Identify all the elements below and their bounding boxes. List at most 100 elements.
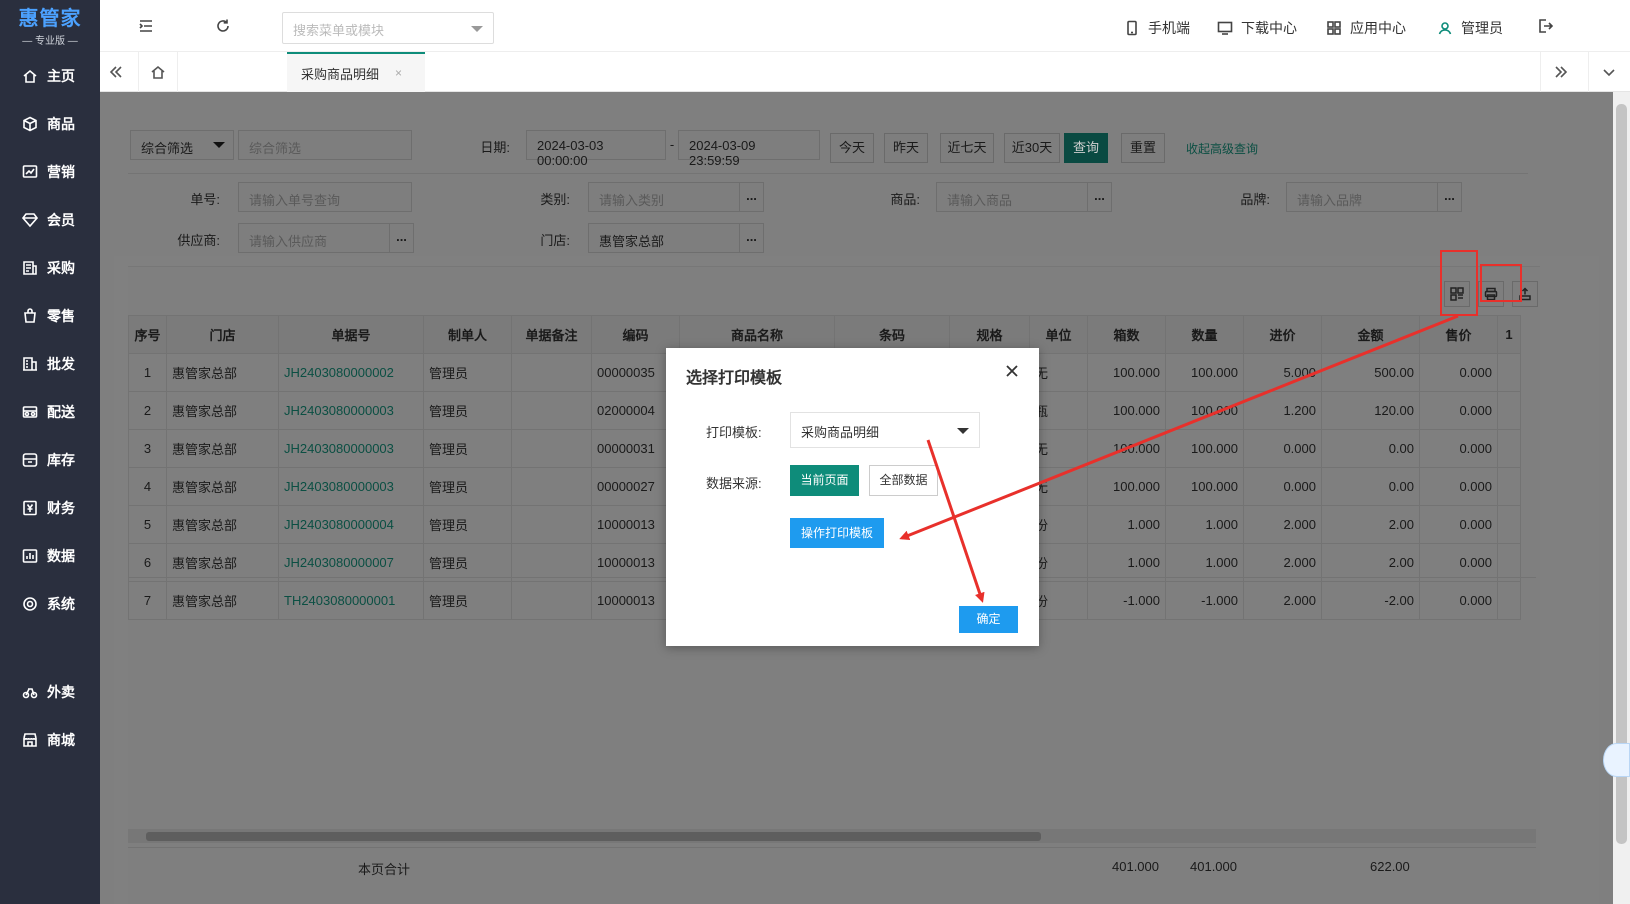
assistant-bot-icon[interactable] (1603, 743, 1630, 777)
order-input[interactable]: 请输入单号查询 (238, 182, 412, 212)
supplier-input[interactable]: 请输入供应商 (238, 223, 390, 253)
table-cell: 5.000 (1243, 353, 1322, 392)
sidebar-item-0[interactable]: 主页 (0, 56, 100, 96)
date-start-input[interactable]: 2024-03-03 00:00:00 (526, 130, 666, 168)
store-picker-button[interactable]: ... (740, 223, 764, 253)
sidebar-item-13[interactable]: 商城 (0, 720, 100, 760)
sidebar-item-4[interactable]: 采购 (0, 248, 100, 288)
table-cell[interactable]: JH2403080000007 (278, 543, 424, 582)
table-cell[interactable]: JH2403080000003 (278, 391, 424, 430)
column-header[interactable]: 门店 (166, 315, 279, 354)
column-header[interactable]: 制单人 (423, 315, 512, 354)
scrollbar-thumb[interactable] (146, 832, 1041, 841)
yesterday-button[interactable]: 昨天 (884, 133, 928, 163)
supplier-label: 供应商: (177, 233, 220, 248)
vertical-scrollbar[interactable] (1613, 92, 1630, 904)
collapse-advanced-link[interactable]: 收起高级查询 (1186, 140, 1258, 157)
footer-boxes: 401.000 (1112, 859, 1159, 874)
reset-button[interactable]: 重置 (1121, 133, 1165, 163)
column-header[interactable]: 箱数 (1087, 315, 1166, 354)
horizontal-scrollbar[interactable] (128, 829, 1536, 843)
table-cell[interactable]: JH2403080000004 (278, 505, 424, 544)
sidebar-item-label: 主页 (47, 68, 75, 84)
column-header[interactable]: 序号 (128, 315, 167, 354)
date-end-input[interactable]: 2024-03-09 23:59:59 (678, 130, 820, 168)
table-cell: 管理员 (423, 353, 512, 392)
sidebar-item-5[interactable]: 零售 (0, 296, 100, 336)
vertical-scrollbar-thumb[interactable] (1616, 104, 1627, 844)
supplier-picker-button[interactable]: ... (390, 223, 414, 253)
filter-mode-input[interactable]: 综合筛选 (238, 130, 412, 160)
table-cell: 1.000 (1165, 505, 1244, 544)
category-picker-button[interactable]: ... (740, 182, 764, 212)
operate-template-button[interactable]: 操作打印模板 (790, 518, 884, 548)
menu-toggle-icon[interactable] (137, 17, 155, 35)
sidebar-item-12[interactable]: 外卖 (0, 672, 100, 712)
sidebar-item-11[interactable]: 系统 (0, 584, 100, 624)
sidebar-item-6[interactable]: 批发 (0, 344, 100, 384)
column-header[interactable]: 金额 (1321, 315, 1420, 354)
sidebar-item-7[interactable]: 配送 (0, 392, 100, 432)
sidebar-item-label: 商品 (47, 116, 75, 132)
goods-input[interactable]: 请输入商品 (936, 182, 1088, 212)
column-header[interactable]: 进价 (1243, 315, 1322, 354)
sidebar-item-3[interactable]: 会员 (0, 200, 100, 240)
last-30-days-button[interactable]: 近30天 (1004, 133, 1060, 163)
sidebar-item-8[interactable]: 库存 (0, 440, 100, 480)
brand-input[interactable]: 请输入品牌 (1286, 182, 1438, 212)
today-button[interactable]: 今天 (830, 133, 874, 163)
table-cell[interactable]: JH2403080000002 (278, 353, 424, 392)
table-cell (511, 543, 592, 582)
store-input[interactable]: 惠管家总部 (588, 223, 740, 253)
table-cell: 惠管家总部 (166, 391, 279, 430)
top-bar: 搜索菜单或模块 手机端 下载中心 应用中心 管理员 (100, 0, 1630, 52)
mobile-link[interactable]: 手机端 (1124, 18, 1190, 38)
table-cell[interactable]: JH2403080000003 (278, 467, 424, 506)
category-input[interactable]: 请输入类别 (588, 182, 740, 212)
tabs-scroll-right-icon[interactable] (1540, 52, 1580, 92)
refresh-icon[interactable] (214, 17, 232, 35)
tab-close-icon[interactable]: × (395, 66, 402, 80)
brand-picker-button[interactable]: ... (1438, 182, 1462, 212)
sidebar-item-9[interactable]: 财务 (0, 488, 100, 528)
app-center-link[interactable]: 应用中心 (1326, 18, 1406, 38)
column-header[interactable]: 1 (1497, 315, 1521, 354)
column-header[interactable]: 单据号 (278, 315, 424, 354)
template-select[interactable]: 采购商品明细 (790, 412, 980, 448)
tab-purchase-detail[interactable]: 采购商品明细 × (287, 52, 425, 92)
menu-search-placeholder: 搜索菜单或模块 (293, 23, 385, 38)
menu-search-select[interactable]: 搜索菜单或模块 (282, 12, 494, 44)
sidebar-item-1[interactable]: 商品 (0, 104, 100, 144)
sidebar-item-10[interactable]: 数据 (0, 536, 100, 576)
table-cell: 管理员 (423, 467, 512, 506)
sidebar-item-label: 批发 (47, 356, 75, 372)
table-cell: 100.000 (1087, 353, 1166, 392)
table-cell[interactable]: JH2403080000003 (278, 429, 424, 468)
apps-icon (1327, 21, 1341, 35)
column-header[interactable]: 数量 (1165, 315, 1244, 354)
close-icon[interactable] (1003, 362, 1023, 382)
current-page-button[interactable]: 当前页面 (790, 465, 859, 496)
column-header[interactable]: 售价 (1419, 315, 1498, 354)
table-cell: 100.000 (1087, 429, 1166, 468)
table-cell: 0.000 (1243, 467, 1322, 506)
last-7-days-button[interactable]: 近七天 (940, 133, 994, 163)
logout-icon[interactable] (1536, 17, 1554, 35)
tabs-menu-chevron-icon[interactable] (1588, 52, 1628, 92)
sidebar-item-2[interactable]: 营销 (0, 152, 100, 192)
all-data-button[interactable]: 全部数据 (869, 465, 938, 496)
template-select-value: 采购商品明细 (801, 425, 880, 440)
query-button[interactable]: 查询 (1064, 133, 1108, 163)
column-header[interactable]: 单据备注 (511, 315, 592, 354)
download-center-link[interactable]: 下载中心 (1217, 18, 1297, 38)
home-tab-icon[interactable] (138, 52, 178, 92)
tabs-scroll-left-icon[interactable] (106, 52, 126, 92)
brand-logo[interactable]: 惠管家 — 专业版 — (0, 0, 100, 52)
table-cell: 100.000 (1165, 467, 1244, 506)
goods-picker-button[interactable]: ... (1088, 182, 1112, 212)
filter-mode-select[interactable]: 综合筛选 (130, 130, 234, 160)
user-menu[interactable]: 管理员 (1437, 18, 1503, 38)
confirm-button[interactable]: 确定 (959, 606, 1018, 633)
cube-icon (22, 116, 38, 132)
app-center-label: 应用中心 (1350, 20, 1406, 36)
